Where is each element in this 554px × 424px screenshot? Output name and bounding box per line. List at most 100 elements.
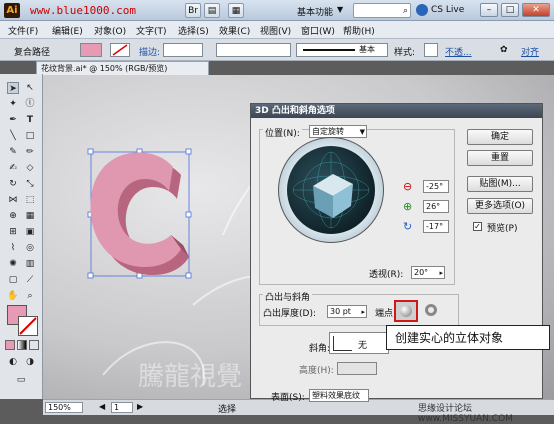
screen-mode-icon[interactable]: ▭ <box>15 374 27 386</box>
rotate-tool-icon[interactable]: ↻ <box>7 178 19 190</box>
brush-definition-select[interactable]: 基本 <box>296 43 388 57</box>
surface-label: 表面(S): <box>271 393 305 403</box>
menu-edit[interactable]: 编辑(E) <box>52 24 83 37</box>
variable-width-select[interactable] <box>216 43 291 57</box>
zoom-tool-icon[interactable]: ⌕ <box>24 290 36 302</box>
menu-view[interactable]: 视图(V) <box>260 24 291 37</box>
cs-live-button[interactable]: CS Live <box>431 5 464 15</box>
type-tool-icon[interactable]: T <box>24 114 36 126</box>
graph-tool-icon[interactable]: ▥ <box>24 258 36 270</box>
bevel-select[interactable]: 无 <box>329 332 389 354</box>
preview-checkbox[interactable]: ✓ <box>473 222 482 231</box>
stroke-color-box[interactable] <box>18 316 38 336</box>
bridge-button[interactable]: Br <box>185 3 201 18</box>
perspective-grid-tool-icon[interactable]: ▦ <box>24 210 36 222</box>
map-art-button[interactable]: 贴图(M)... <box>467 176 533 192</box>
watermark-url: www.blue1000.com <box>30 4 136 17</box>
chevron-down-icon[interactable]: ▼ <box>337 5 343 14</box>
menu-object[interactable]: 对象(O) <box>94 24 126 37</box>
scale-tool-icon[interactable]: ⤡ <box>24 178 36 190</box>
maximize-button[interactable]: □ <box>501 3 519 17</box>
bottom-watermark: 思缘设计论坛 www.MISSYUAN.COM <box>418 404 513 424</box>
y-axis-rotation-icon: ⊕ <box>403 200 413 213</box>
title-bar: Ai www.blue1000.com Br ▤ ▦ 基本功能 ▼ ⌕ CS L… <box>0 0 554 21</box>
slice-tool-icon[interactable]: ⟋ <box>24 274 36 286</box>
z-rotation-input[interactable]: -17° <box>423 220 449 233</box>
next-artboard-button[interactable]: ▶ <box>137 402 143 411</box>
symbol-sprayer-tool-icon[interactable]: ✺ <box>7 258 19 270</box>
free-transform-tool-icon[interactable]: ⬚ <box>24 194 36 206</box>
selection-tool-icon[interactable]: ➤ <box>7 82 19 94</box>
zoom-select[interactable]: 150% <box>45 402 83 413</box>
menu-file[interactable]: 文件(F) <box>8 24 38 37</box>
shape-builder-tool-icon[interactable]: ⊕ <box>7 210 19 222</box>
minimize-button[interactable]: – <box>480 3 498 17</box>
eyedropper-tool-icon[interactable]: ⌇ <box>7 242 19 254</box>
x-rotation-input[interactable]: -25° <box>423 180 449 193</box>
close-button[interactable]: ✕ <box>522 3 550 17</box>
position-label: 位置(N): <box>263 126 302 139</box>
ok-button[interactable]: 确定 <box>467 129 533 145</box>
workspace-switcher[interactable]: 基本功能 <box>297 5 333 18</box>
stroke-label[interactable]: 描边: <box>139 45 160 58</box>
solid-cap-icon <box>400 305 412 317</box>
artboard-tool-icon[interactable]: ▢ <box>7 274 19 286</box>
color-mode-icon[interactable] <box>5 340 15 350</box>
search-input[interactable]: ⌕ <box>353 3 411 18</box>
reset-button[interactable]: 重置 <box>467 150 533 166</box>
fill-color-swatch[interactable] <box>80 43 102 57</box>
magic-wand-tool-icon[interactable]: ✦ <box>7 98 19 110</box>
menu-window[interactable]: 窗口(W) <box>301 24 335 37</box>
width-tool-icon[interactable]: ⋈ <box>7 194 19 206</box>
menu-effect[interactable]: 效果(C) <box>219 24 250 37</box>
menu-help[interactable]: 帮助(H) <box>343 24 375 37</box>
extrude-depth-input[interactable]: 30 pt ▸ <box>327 305 367 318</box>
recolor-icon[interactable]: ✿ <box>500 45 508 55</box>
stroke-weight-input[interactable] <box>163 43 203 57</box>
lasso-tool-icon[interactable]: ⓛ <box>24 98 36 110</box>
current-tool-status: 选择 <box>218 405 237 415</box>
style-label: 样式: <box>394 48 416 58</box>
perspective-input[interactable]: 20° ▸ <box>411 266 445 279</box>
graphic-style-swatch[interactable] <box>424 43 438 57</box>
hand-tool-icon[interactable]: ✋ <box>7 290 19 302</box>
y-rotation-input[interactable]: 26° <box>423 200 449 213</box>
eraser-tool-icon[interactable]: ◇ <box>24 162 36 174</box>
more-options-button[interactable]: 更多选项(O) <box>467 198 533 214</box>
mesh-tool-icon[interactable]: ⊞ <box>7 226 19 238</box>
position-select[interactable]: 自定旋转 ▼ <box>309 125 367 138</box>
pencil-tool-icon[interactable]: ✏ <box>24 146 36 158</box>
none-mode-icon[interactable] <box>29 340 39 350</box>
paintbrush-tool-icon[interactable]: ✎ <box>7 146 19 158</box>
blend-tool-icon[interactable]: ◎ <box>24 242 36 254</box>
prev-artboard-button[interactable]: ◀ <box>99 402 105 411</box>
blob-brush-tool-icon[interactable]: ✍ <box>7 162 19 174</box>
cap-on-button[interactable] <box>394 300 418 322</box>
draw-normal-icon[interactable]: ◐ <box>7 356 19 368</box>
direct-selection-tool-icon[interactable]: ↖ <box>24 82 36 94</box>
rotation-trackball[interactable] <box>278 137 384 243</box>
arrange-documents-button[interactable]: ▤ <box>204 3 220 18</box>
surface-select[interactable]: 塑料效果底纹 <box>309 389 369 402</box>
annotation-text: 创建实心的立体对象 <box>395 331 504 345</box>
bevel-height-input[interactable] <box>337 362 377 375</box>
document-tab[interactable]: 花纹背景.ai* @ 150% (RGB/预览) <box>36 61 209 75</box>
align-link[interactable]: 对齐 <box>521 45 539 58</box>
menu-select[interactable]: 选择(S) <box>178 24 209 37</box>
layout-button[interactable]: ▦ <box>228 3 244 18</box>
hollow-cap-button[interactable] <box>425 304 437 316</box>
line-tool-icon[interactable]: ╲ <box>7 130 19 142</box>
menu-type[interactable]: 文字(T) <box>136 24 167 37</box>
cs-live-icon <box>416 4 428 16</box>
3d-c-shape[interactable] <box>90 152 189 275</box>
gradient-tool-icon[interactable]: ▣ <box>24 226 36 238</box>
pen-tool-icon[interactable]: ✒ <box>7 114 19 126</box>
app-logo: Ai <box>4 3 20 18</box>
artboard-number-input[interactable]: 1 <box>111 402 133 413</box>
stroke-color-swatch[interactable] <box>110 43 130 57</box>
rotation-cube-preview <box>292 151 370 229</box>
opacity-link[interactable]: 不透... <box>445 45 472 58</box>
draw-behind-icon[interactable]: ◑ <box>24 356 36 368</box>
rectangle-tool-icon[interactable]: □ <box>24 130 36 142</box>
gradient-mode-icon[interactable] <box>17 340 27 350</box>
